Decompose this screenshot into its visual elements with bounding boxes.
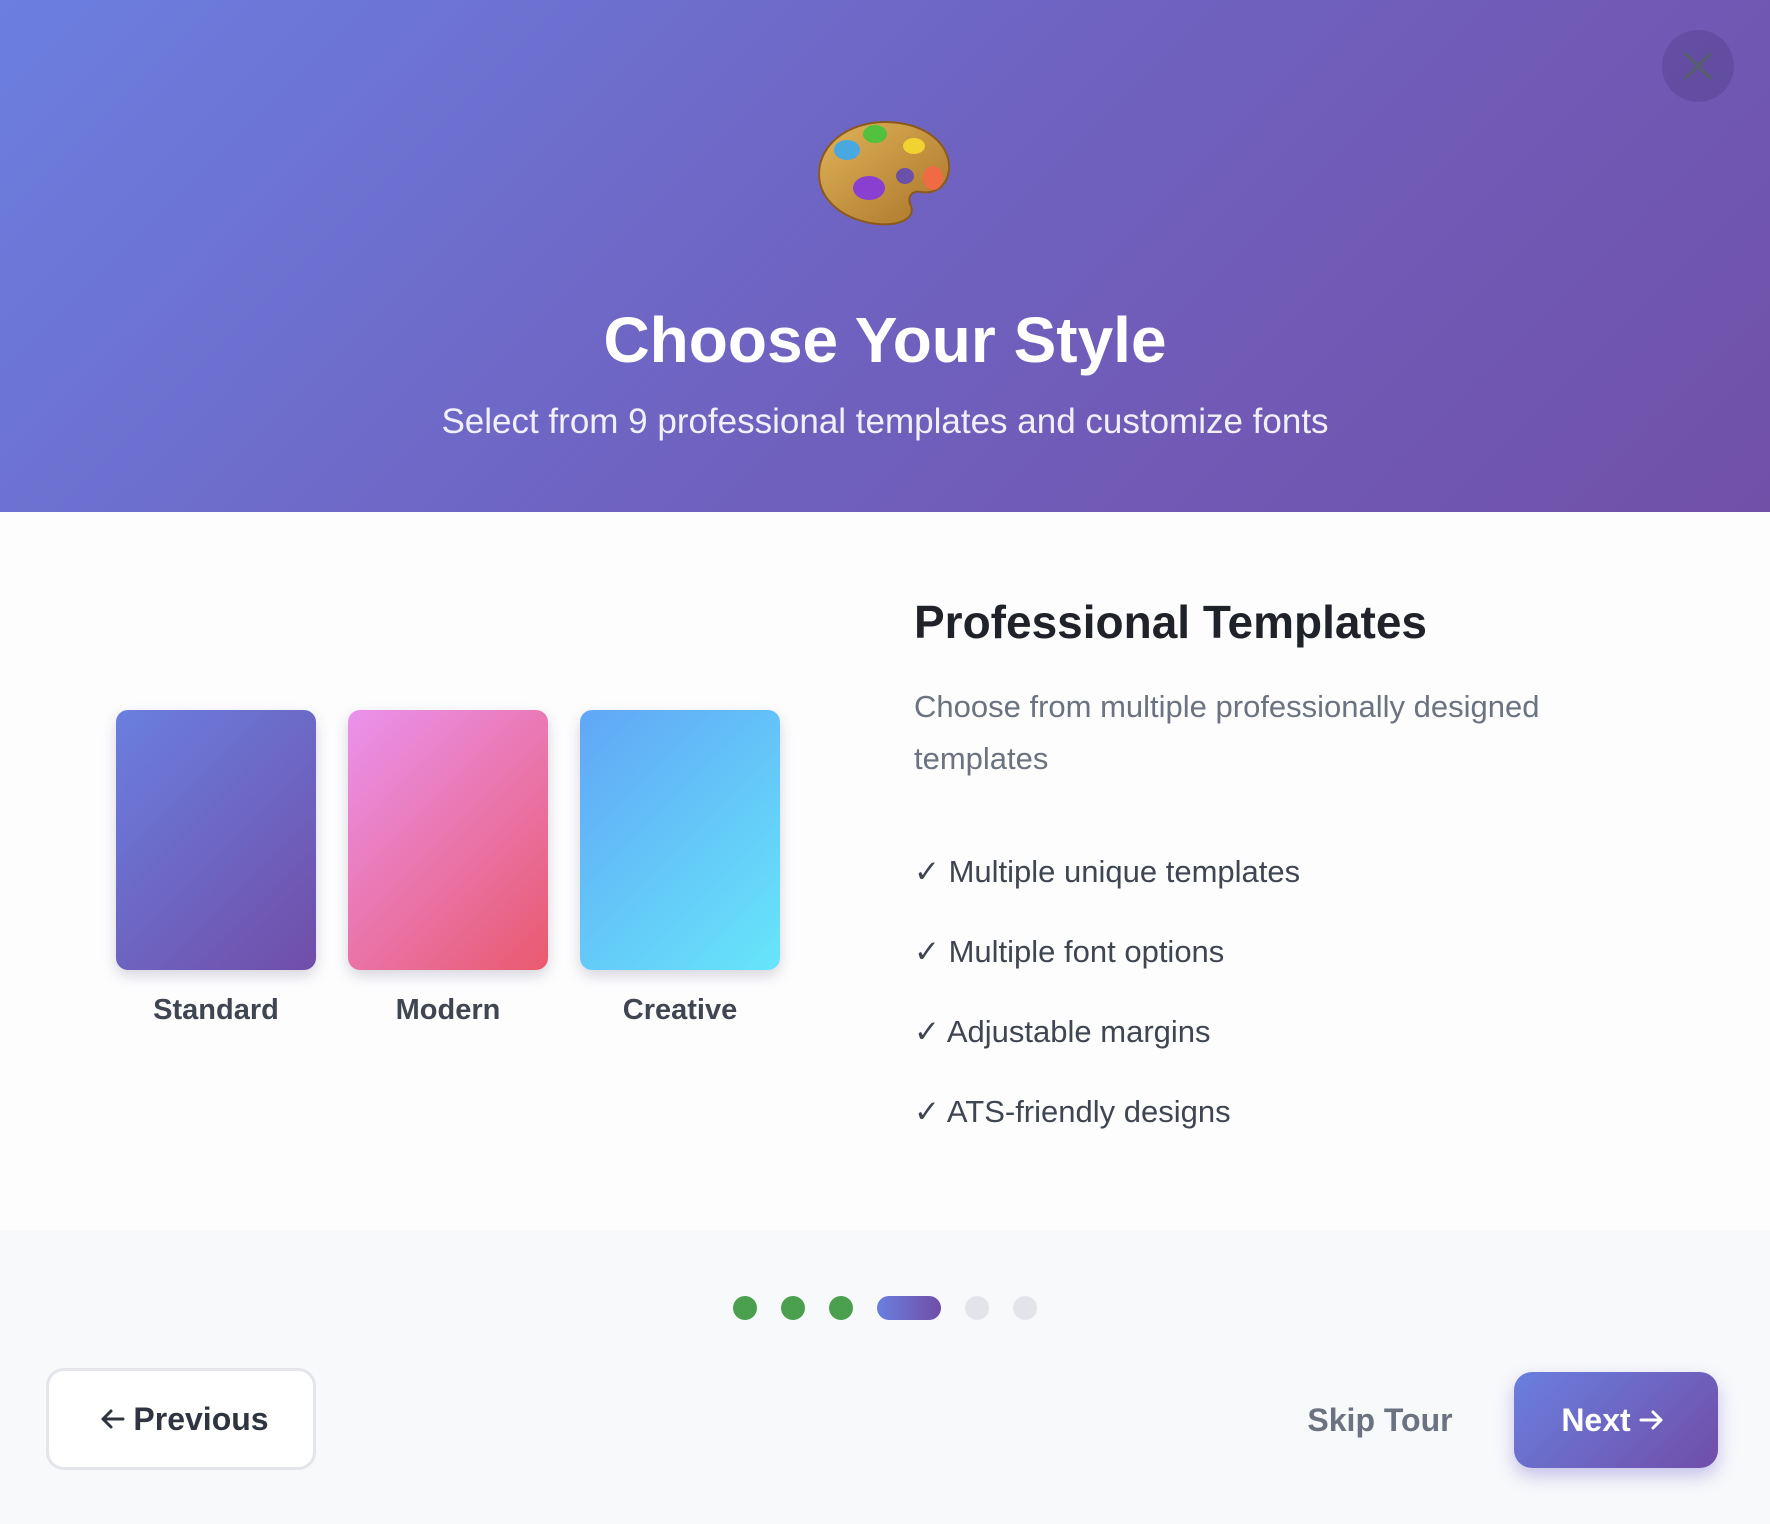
onboarding-modal: Choose Your Style Select from 9 professi…	[0, 0, 1770, 1524]
feature-list: ✓ Multiple unique templates ✓ Multiple f…	[914, 850, 1300, 1170]
skip-tour-button[interactable]: Skip Tour	[1290, 1390, 1470, 1450]
palette-icon	[817, 120, 951, 226]
page-title: Choose Your Style	[603, 304, 1167, 376]
arrow-right-icon	[1639, 1410, 1663, 1430]
step-dot-2[interactable]	[781, 1296, 805, 1320]
step-dot-4-active[interactable]	[877, 1296, 941, 1320]
feature-item: ✓ Adjustable margins	[914, 1014, 1211, 1049]
template-card-standard[interactable]	[116, 710, 316, 970]
feature-item: ✓ Multiple font options	[914, 934, 1225, 969]
hero-header: Choose Your Style Select from 9 professi…	[0, 0, 1770, 512]
close-button[interactable]	[1662, 30, 1734, 102]
close-icon	[1684, 52, 1712, 80]
step-dot-3[interactable]	[829, 1296, 853, 1320]
feature-title: Professional Templates	[914, 596, 1427, 648]
progress-dots	[0, 1296, 1770, 1320]
step-dot-5[interactable]	[965, 1296, 989, 1320]
step-dot-6[interactable]	[1013, 1296, 1037, 1320]
page-subtitle: Select from 9 professional templates and…	[441, 402, 1329, 441]
template-card-modern[interactable]	[348, 710, 548, 970]
step-dot-1[interactable]	[733, 1296, 757, 1320]
template-label-standard: Standard	[153, 994, 279, 1026]
template-label-modern: Modern	[395, 994, 501, 1026]
next-button[interactable]: Next	[1514, 1372, 1718, 1468]
feature-item: ✓ ATS-friendly designs	[914, 1094, 1231, 1129]
next-label: Next	[1561, 1401, 1631, 1438]
feature-item: ✓ Multiple unique templates	[914, 854, 1301, 889]
arrow-left-icon	[101, 1409, 125, 1429]
template-card-creative[interactable]	[580, 710, 780, 970]
previous-button[interactable]: Previous	[46, 1368, 316, 1470]
previous-label: Previous	[133, 1400, 269, 1437]
template-label-creative: Creative	[622, 994, 738, 1026]
feature-description: Choose from multiple professionally desi…	[914, 689, 1540, 776]
